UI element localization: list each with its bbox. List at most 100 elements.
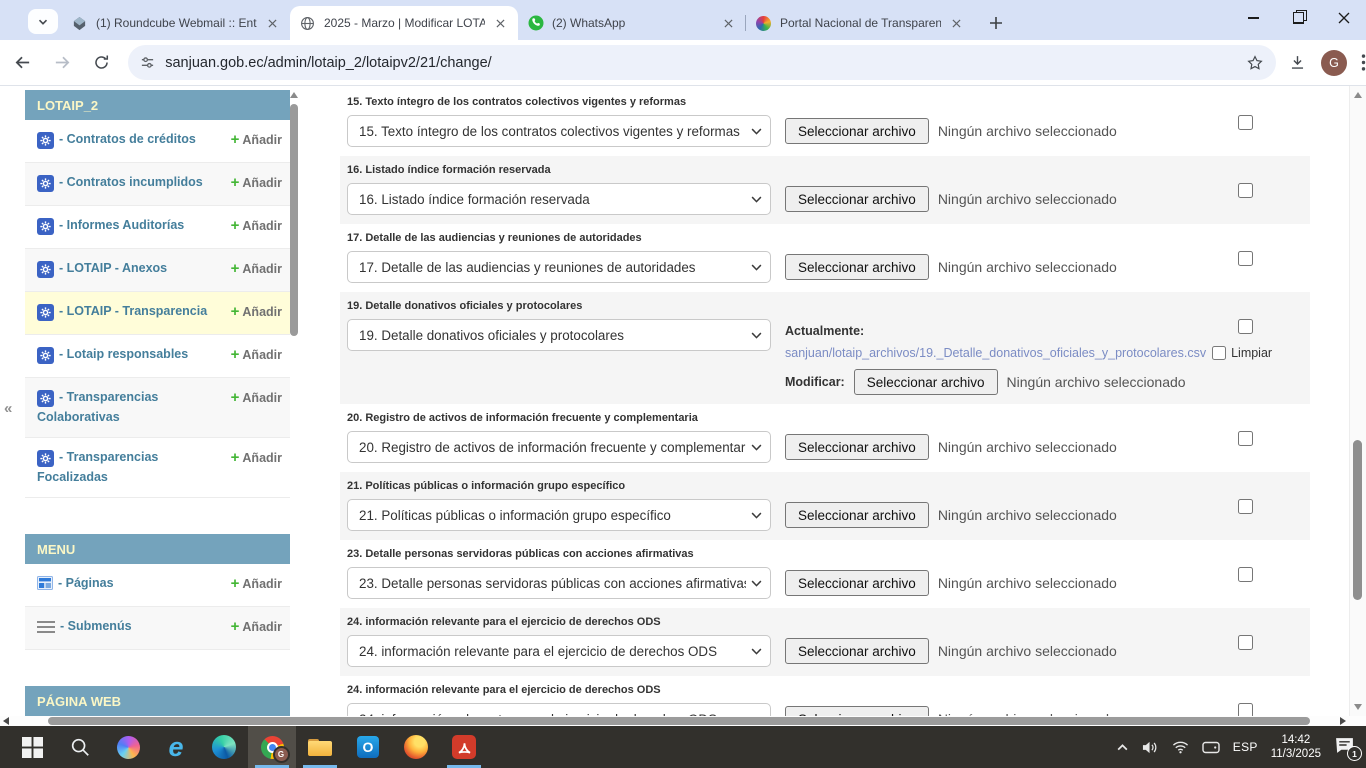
browser-tab[interactable]: 2025 - Marzo | Modificar LOTAI (290, 6, 518, 40)
file-select-button[interactable]: Seleccionar archivo (785, 434, 929, 460)
taskbar-acrobat-button[interactable] (440, 726, 488, 768)
sidebar-item-label[interactable]: - Transparencias Colaborativas (37, 390, 158, 424)
select-dropdown[interactable]: 16. Listado índice formación reservada (347, 183, 771, 215)
row-checkbox[interactable] (1238, 703, 1253, 716)
sidebar-item[interactable]: +Añadir - LOTAIP - Anexos (25, 249, 290, 292)
language-indicator[interactable]: ESP (1233, 740, 1258, 754)
clear-checkbox[interactable] (1212, 346, 1226, 360)
browser-tab[interactable]: (1) Roundcube Webmail :: Entra (62, 6, 290, 40)
network-button[interactable] (1172, 740, 1189, 754)
sidebar-item[interactable]: +Añadir - LOTAIP - Transparencia (25, 292, 290, 335)
add-link[interactable]: +Añadir (231, 618, 282, 636)
sidebar-item[interactable]: +Añadir - Lotaip responsables (25, 335, 290, 378)
sidebar-item-label[interactable]: - Informes Auditorías (59, 218, 184, 232)
taskbar-firefox-button[interactable] (392, 726, 440, 768)
back-button[interactable] (6, 46, 39, 80)
row-checkbox[interactable] (1238, 499, 1253, 514)
scroll-left-icon[interactable] (3, 717, 9, 725)
close-button[interactable] (1321, 0, 1366, 36)
horizontal-scrollbar-thumb[interactable] (48, 717, 1310, 725)
new-tab-button[interactable] (985, 12, 1007, 34)
sidebar-item[interactable]: +Añadir - Informes Auditorías (25, 206, 290, 249)
sidebar-item[interactable]: +Añadir - Submenús (25, 607, 290, 650)
scroll-up-icon[interactable] (290, 92, 298, 98)
file-select-button[interactable]: Seleccionar archivo (854, 369, 998, 395)
sidebar-item-label[interactable]: - LOTAIP - Anexos (59, 261, 167, 275)
sidebar-item-label[interactable]: - Contratos incumplidos (59, 175, 203, 189)
file-select-button[interactable]: Seleccionar archivo (785, 706, 929, 716)
add-link[interactable]: +Añadir (231, 174, 282, 192)
row-checkbox[interactable] (1238, 319, 1253, 334)
file-select-button[interactable]: Seleccionar archivo (785, 254, 929, 280)
browser-tab[interactable]: (2) WhatsApp (518, 6, 746, 40)
sidebar-item[interactable]: +Añadir - Transparencias Focalizadas (25, 438, 290, 498)
browser-tab[interactable]: Portal Nacional de Transparenc (746, 6, 974, 40)
tab-close-icon[interactable] (263, 14, 281, 32)
sidebar-item-label[interactable]: - Submenús (60, 619, 132, 633)
current-file-link[interactable]: sanjuan/lotaip_archivos/19._Detalle_dona… (785, 346, 1206, 360)
taskbar-start-button[interactable] (8, 726, 56, 768)
row-checkbox[interactable] (1238, 251, 1253, 266)
taskbar-copilot-button[interactable] (104, 726, 152, 768)
page-horizontal-scrollbar[interactable] (0, 716, 1366, 726)
file-select-button[interactable]: Seleccionar archivo (785, 118, 929, 144)
select-dropdown[interactable]: 20. Registro de activos de información f… (347, 431, 771, 463)
sidebar-item[interactable]: +Añadir - Transparencias Colaborativas (25, 378, 290, 438)
row-checkbox[interactable] (1238, 183, 1253, 198)
add-link[interactable]: +Añadir (231, 449, 282, 467)
row-checkbox[interactable] (1238, 635, 1253, 650)
row-checkbox[interactable] (1238, 431, 1253, 446)
tab-close-icon[interactable] (719, 14, 737, 32)
sidebar-item-label[interactable]: - Contratos de créditos (59, 132, 196, 146)
browser-menu-button[interactable] (1361, 54, 1366, 71)
scroll-up-icon[interactable] (1354, 92, 1362, 98)
page-vertical-scrollbar[interactable] (1349, 86, 1366, 716)
file-select-button[interactable]: Seleccionar archivo (785, 570, 929, 596)
scroll-down-icon[interactable] (1354, 704, 1362, 710)
vertical-scrollbar-thumb[interactable] (1353, 440, 1362, 600)
select-dropdown[interactable]: 19. Detalle donativos oficiales y protoc… (347, 319, 771, 351)
select-dropdown[interactable]: 15. Texto íntegro de los contratos colec… (347, 115, 771, 147)
add-link[interactable]: +Añadir (231, 131, 282, 149)
clock[interactable]: 14:42 11/3/2025 (1271, 733, 1321, 761)
tab-close-icon[interactable] (947, 14, 965, 32)
taskbar-explorer-button[interactable] (296, 726, 344, 768)
sidebar-scrollbar-thumb[interactable] (290, 104, 298, 336)
sidebar-collapse-button[interactable]: « (4, 400, 12, 417)
add-link[interactable]: +Añadir (231, 217, 282, 235)
sidebar-item[interactable]: +Añadir - Contratos incumplidos (25, 163, 290, 206)
sidebar-scrollbar[interactable] (288, 90, 300, 430)
action-center-button[interactable]: 1 (1334, 736, 1358, 758)
select-dropdown[interactable]: 24. información relevante para el ejerci… (347, 703, 771, 716)
sidebar-item[interactable]: +Añadir - Páginas (25, 564, 290, 607)
add-link[interactable]: +Añadir (231, 575, 282, 593)
row-checkbox[interactable] (1238, 567, 1253, 582)
scroll-right-icon[interactable] (1340, 717, 1346, 725)
bookmark-button[interactable] (1246, 54, 1264, 72)
avatar[interactable]: G (1321, 50, 1347, 76)
tab-close-icon[interactable] (491, 14, 509, 32)
taskbar-outlook-button[interactable]: O (344, 726, 392, 768)
add-link[interactable]: +Añadir (231, 303, 282, 321)
forward-button[interactable] (45, 46, 78, 80)
taskbar-chrome-button[interactable]: G (248, 726, 296, 768)
sidebar-item-label[interactable]: - Transparencias Focalizadas (37, 450, 158, 484)
add-link[interactable]: +Añadir (231, 389, 282, 407)
reload-button[interactable] (85, 46, 118, 80)
taskbar-edge-button[interactable] (200, 726, 248, 768)
file-select-button[interactable]: Seleccionar archivo (785, 638, 929, 664)
file-select-button[interactable]: Seleccionar archivo (785, 502, 929, 528)
sidebar-item[interactable]: +Añadir - Contratos de créditos (25, 120, 290, 163)
sidebar-item-label[interactable]: - Lotaip responsables (59, 347, 188, 361)
display-cast-button[interactable] (1202, 740, 1220, 755)
url-bar[interactable]: sanjuan.gob.ec/admin/lotaip_2/lotaipv2/2… (128, 45, 1276, 80)
url-text[interactable]: sanjuan.gob.ec/admin/lotaip_2/lotaipv2/2… (165, 55, 1238, 71)
minimize-button[interactable] (1231, 0, 1276, 36)
add-link[interactable]: +Añadir (231, 260, 282, 278)
sidebar-item-label[interactable]: - LOTAIP - Transparencia (59, 304, 207, 318)
select-dropdown[interactable]: 23. Detalle personas servidoras públicas… (347, 567, 771, 599)
file-select-button[interactable]: Seleccionar archivo (785, 186, 929, 212)
add-link[interactable]: +Añadir (231, 346, 282, 364)
sidebar-item-label[interactable]: - Páginas (58, 576, 114, 590)
downloads-button[interactable] (1288, 53, 1307, 72)
